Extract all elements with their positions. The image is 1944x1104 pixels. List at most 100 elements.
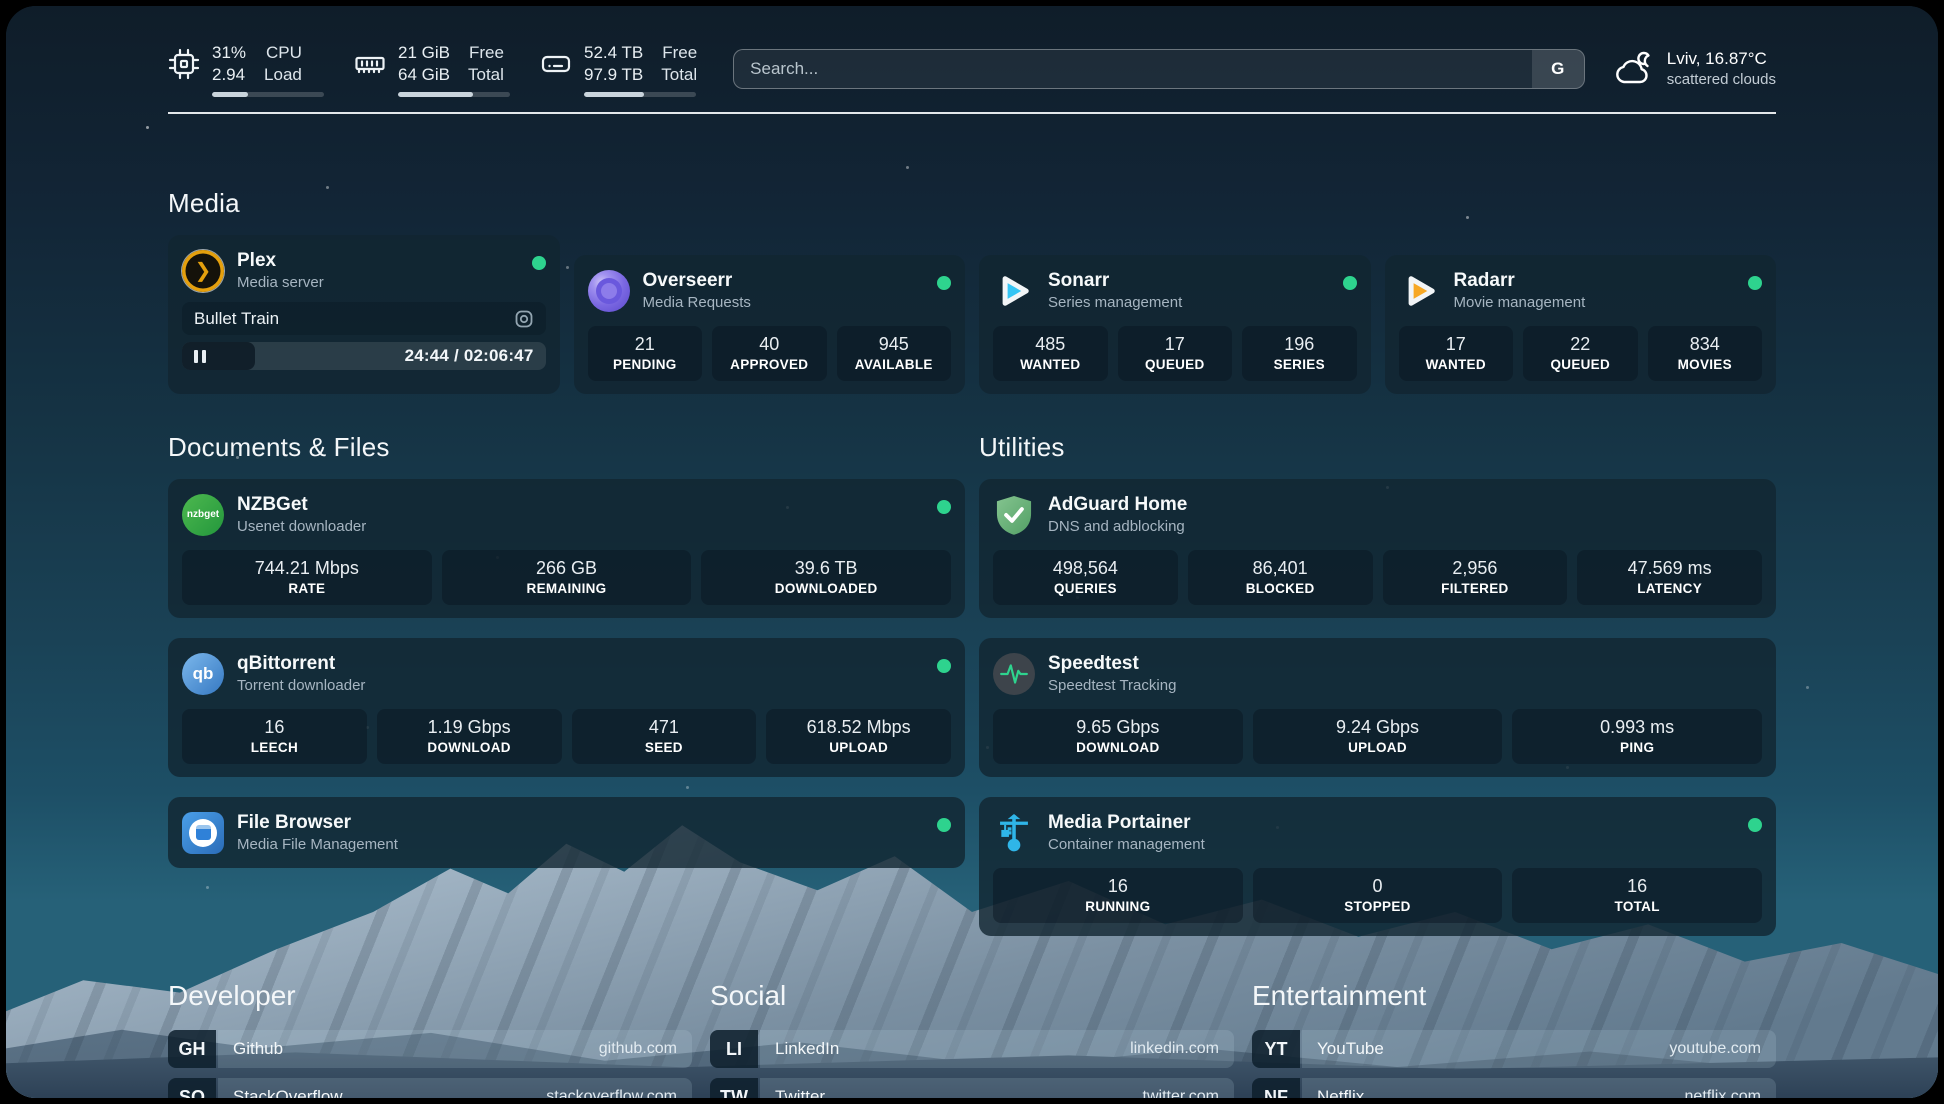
bookmark-github[interactable]: GH Github github.com [168, 1030, 692, 1068]
bookmark-youtube[interactable]: YT YouTube youtube.com [1252, 1030, 1776, 1068]
service-stats: 9.65 Gbps DOWNLOAD 9.24 Gbps UPLOAD 0.99… [993, 709, 1762, 764]
service-title: NZBGet [237, 492, 924, 517]
service-card-nzbget[interactable]: nzbget NZBGet Usenet downloader 744.21 M… [168, 479, 965, 618]
bookmark-netflix[interactable]: NF Netflix netflix.com [1252, 1078, 1776, 1098]
cpu-progress-bar [212, 92, 324, 97]
portainer-crane-icon [993, 812, 1035, 854]
qbittorrent-icon: qb [182, 653, 224, 695]
service-card-filebrowser[interactable]: File Browser Media File Management [168, 797, 965, 868]
service-title: Radarr [1454, 268, 1736, 293]
bookmark-abbr: TW [710, 1078, 758, 1098]
playback-time: 24:44 / 02:06:47 [405, 346, 534, 366]
bookmark-domain: stackoverflow.com [546, 1088, 677, 1098]
stat-queries: 498,564 QUERIES [993, 550, 1178, 605]
nzbget-icon: nzbget [182, 494, 224, 536]
service-subtitle: Movie management [1454, 293, 1736, 313]
adguard-shield-icon [993, 494, 1035, 536]
service-card-speedtest[interactable]: Speedtest Speedtest Tracking 9.65 Gbps D… [979, 638, 1776, 777]
overseerr-icon [588, 270, 630, 312]
service-stats: 21 PENDING 40 APPROVED 945 AVAILABLE [588, 326, 952, 381]
memory-free-label: Free [468, 42, 504, 64]
service-card-radarr[interactable]: Radarr Movie management 17 WANTED 22 QUE… [1385, 255, 1777, 394]
cpu-usage-value: 31% [212, 42, 246, 64]
service-title: Media Portainer [1048, 810, 1735, 835]
disk-total-value: 97.9 TB [584, 64, 643, 86]
bookmark-group-entertainment: Entertainment YT YouTube youtube.com NF … [1252, 980, 1776, 1098]
search-provider-button[interactable]: G [1532, 50, 1584, 88]
bookmark-abbr: LI [710, 1030, 758, 1068]
bookmark-domain: netflix.com [1685, 1088, 1761, 1098]
stat-stopped: 0 STOPPED [1253, 868, 1503, 923]
service-title: qBittorrent [237, 651, 924, 676]
topbar-divider [168, 112, 1776, 114]
stat-blocked: 86,401 BLOCKED [1188, 550, 1373, 605]
service-subtitle: DNS and adblocking [1048, 517, 1762, 537]
service-stats: 17 WANTED 22 QUEUED 834 MOVIES [1399, 326, 1763, 381]
stat-upload: 9.24 Gbps UPLOAD [1253, 709, 1503, 764]
bookmark-name: LinkedIn [775, 1039, 839, 1059]
top-bar: 31% 2.94 CPU Load [168, 40, 1776, 98]
disk-widget: 52.4 TB 97.9 TB Free Total [540, 42, 697, 97]
stat-rate: 744.21 Mbps RATE [182, 550, 432, 605]
status-dot [937, 659, 951, 673]
service-subtitle: Speedtest Tracking [1048, 676, 1762, 696]
disk-total-label: Total [661, 64, 697, 86]
documents-column: Documents & Files nzbget NZBGet Usenet d… [168, 394, 965, 868]
service-stats: 744.21 Mbps RATE 266 GB REMAINING 39.6 T… [182, 550, 951, 605]
bookmark-abbr: NF [1252, 1078, 1300, 1098]
stat-upload: 618.52 Mbps UPLOAD [766, 709, 951, 764]
service-card-qbittorrent[interactable]: qb qBittorrent Torrent downloader 16 LEE… [168, 638, 965, 777]
weather-location: Lviv, 16.87°C [1667, 48, 1776, 70]
stat-approved: 40 APPROVED [712, 326, 827, 381]
camera-icon [514, 309, 534, 329]
playback-progress-bar: 24:44 / 02:06:47 [182, 342, 546, 370]
status-dot [937, 500, 951, 514]
stat-movies: 834 MOVIES [1648, 326, 1763, 381]
stat-running: 16 RUNNING [993, 868, 1243, 923]
stat-remaining: 266 GB REMAINING [442, 550, 692, 605]
filebrowser-icon [182, 812, 224, 854]
weather-widget: Lviv, 16.87°C scattered clouds [1613, 48, 1776, 90]
now-playing-row: Bullet Train [182, 302, 546, 335]
bookmark-abbr: SO [168, 1078, 216, 1098]
bookmark-domain: twitter.com [1143, 1088, 1219, 1098]
search-input[interactable] [734, 50, 1532, 88]
service-card-plex[interactable]: ❯ Plex Media server Bullet Train [168, 235, 560, 394]
stat-download: 9.65 Gbps DOWNLOAD [993, 709, 1243, 764]
service-title: Sonarr [1048, 268, 1330, 293]
bookmark-heading-entertainment: Entertainment [1252, 980, 1776, 1012]
stat-seed: 471 SEED [572, 709, 757, 764]
bookmark-domain: github.com [599, 1040, 677, 1058]
status-dot [1748, 276, 1762, 290]
service-card-overseerr[interactable]: Overseerr Media Requests 21 PENDING 40 A… [574, 255, 966, 394]
bookmark-stackoverflow[interactable]: SO StackOverflow stackoverflow.com [168, 1078, 692, 1098]
weather-condition: scattered clouds [1667, 70, 1776, 90]
bookmark-linkedin[interactable]: LI LinkedIn linkedin.com [710, 1030, 1234, 1068]
bookmark-twitter[interactable]: TW Twitter twitter.com [710, 1078, 1234, 1098]
cloud-moon-icon [1613, 51, 1655, 87]
stat-available: 945 AVAILABLE [837, 326, 952, 381]
memory-total-label: Total [468, 64, 504, 86]
speedtest-pulse-icon [993, 653, 1035, 695]
sonarr-icon [993, 270, 1035, 312]
section-heading-documents: Documents & Files [168, 432, 965, 463]
utilities-column: Utilities [979, 394, 1776, 936]
stat-queued: 22 QUEUED [1523, 326, 1638, 381]
service-card-portainer[interactable]: Media Portainer Container management 16 … [979, 797, 1776, 936]
service-title: File Browser [237, 810, 924, 835]
status-dot [937, 818, 951, 832]
service-title: Overseerr [643, 268, 925, 293]
bookmark-group-social: Social LI LinkedIn linkedin.com TW Twitt… [710, 980, 1234, 1098]
media-cards-row: ❯ Plex Media server Bullet Train [168, 235, 1776, 394]
section-heading-media: Media [168, 188, 1776, 219]
service-stats: 16 LEECH 1.19 Gbps DOWNLOAD 471 SEED 6 [182, 709, 951, 764]
cpu-chip-icon [168, 48, 200, 80]
service-subtitle: Media File Management [237, 835, 924, 855]
search-bar: G [733, 49, 1585, 89]
disk-free-label: Free [661, 42, 697, 64]
service-card-adguard[interactable]: AdGuard Home DNS and adblocking 498,564 … [979, 479, 1776, 618]
service-subtitle: Media server [237, 273, 519, 293]
service-card-sonarr[interactable]: Sonarr Series management 485 WANTED 17 Q… [979, 255, 1371, 394]
status-dot [1343, 276, 1357, 290]
radarr-icon [1399, 270, 1441, 312]
